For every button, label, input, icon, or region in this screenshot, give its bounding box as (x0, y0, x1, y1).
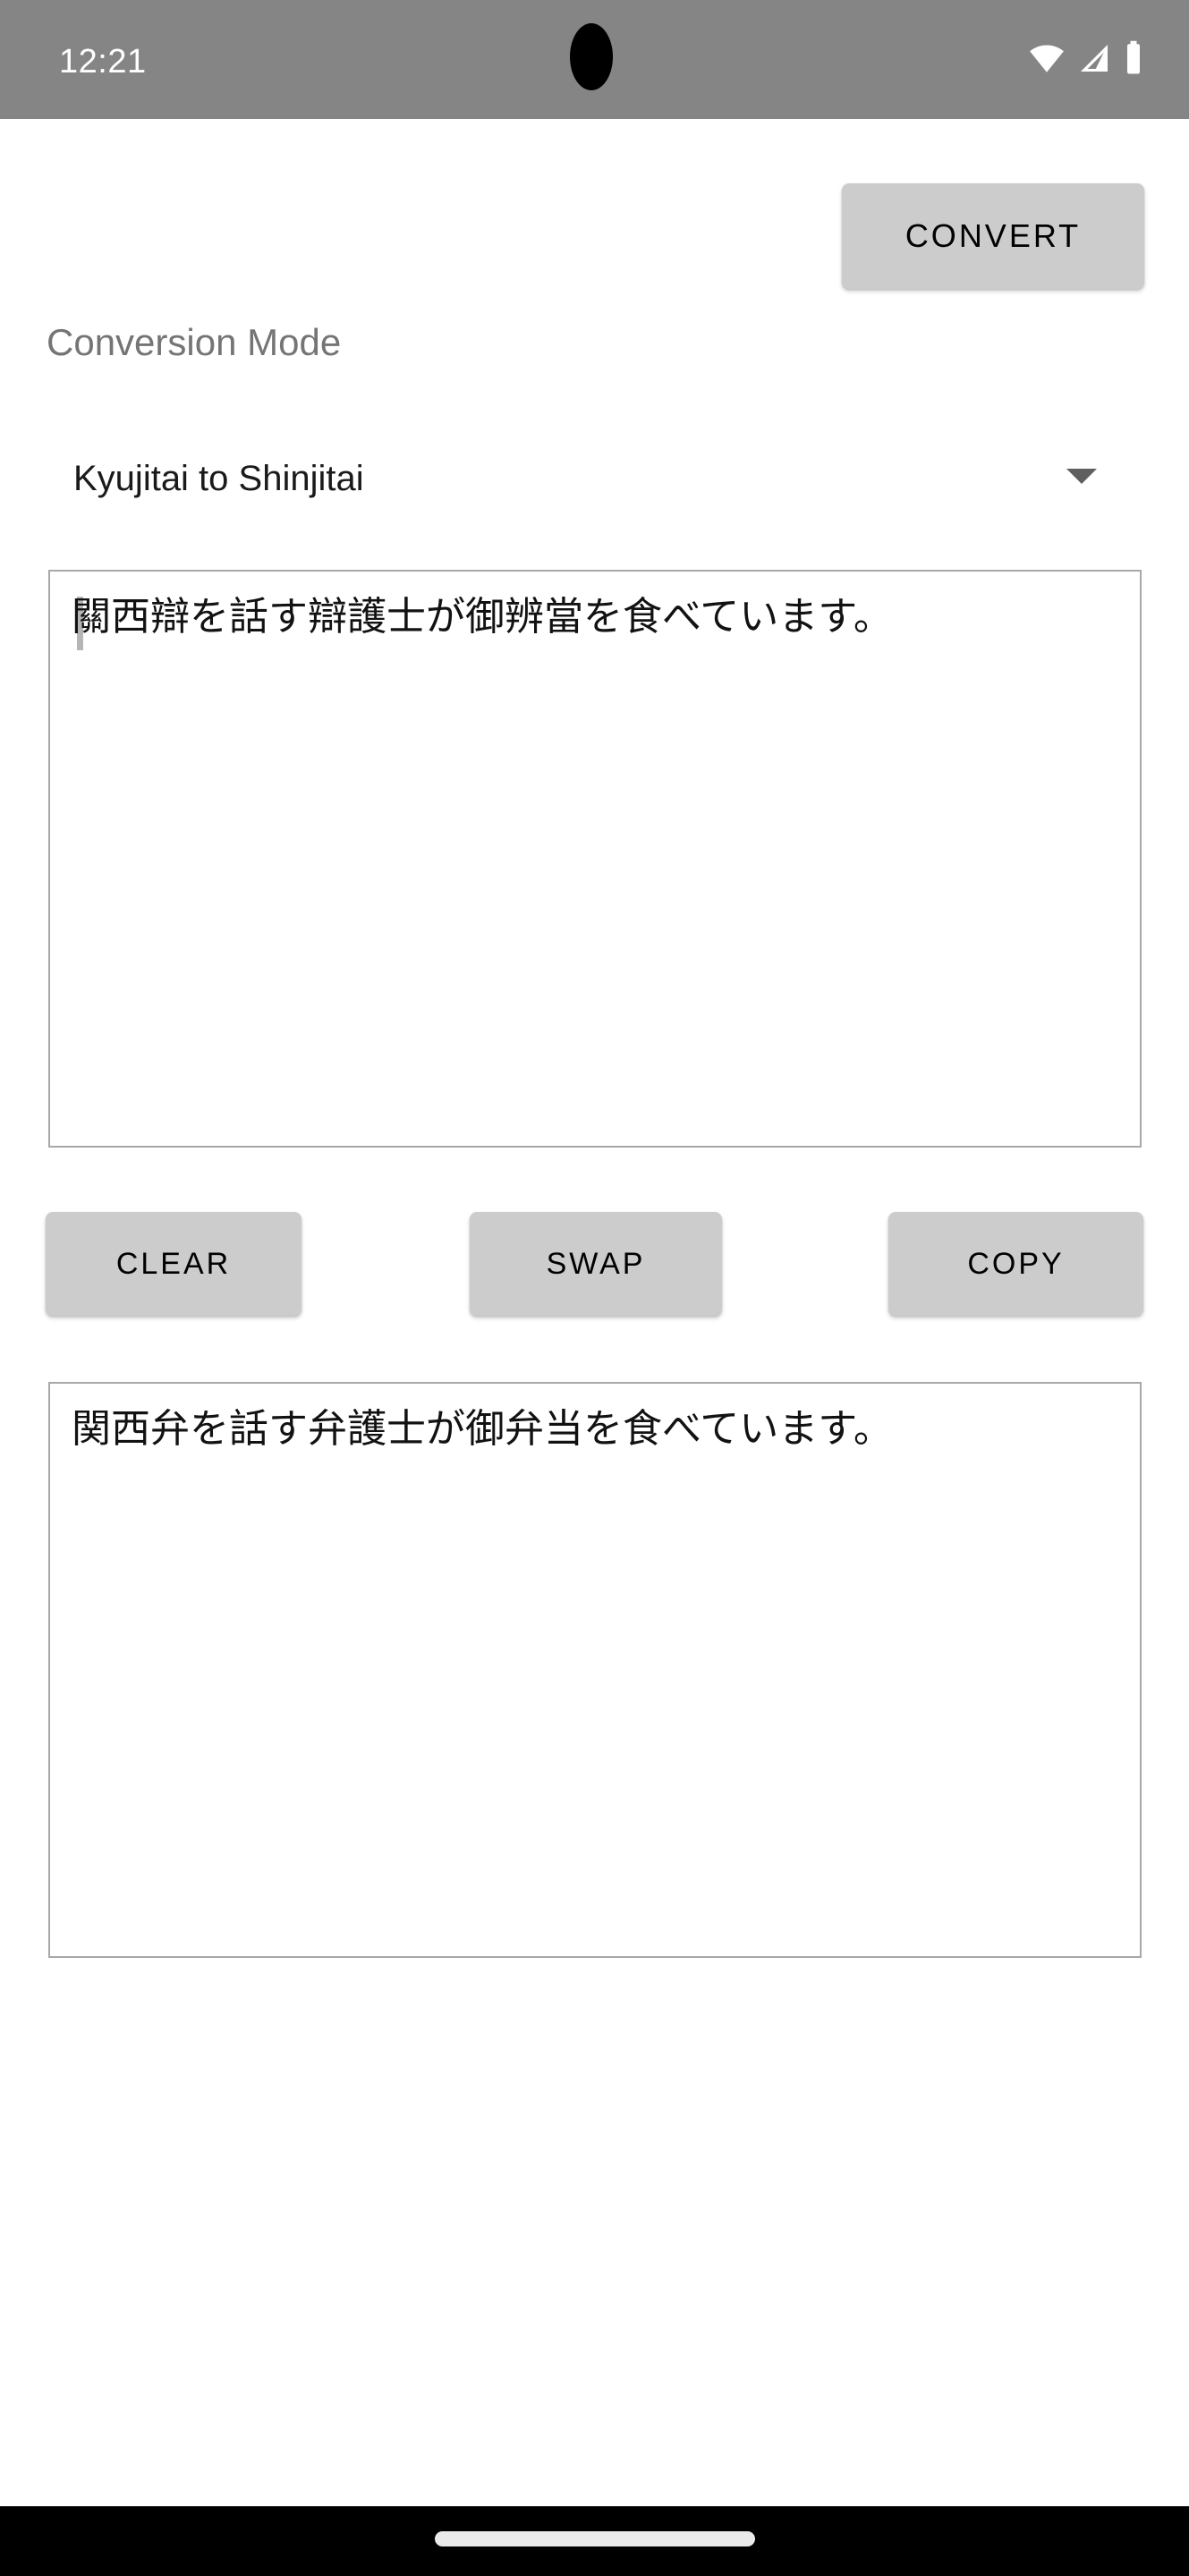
status-bar-clock: 12:21 (59, 43, 147, 80)
chevron-down-icon (1066, 469, 1097, 484)
status-bar-icons (1028, 40, 1144, 80)
wifi-icon (1028, 39, 1066, 81)
output-textarea[interactable]: 関西弁を話す弁護士が御弁当を食べています。 (48, 1382, 1142, 1958)
cellular-signal-icon (1076, 39, 1112, 81)
app-screen: 12:21 CONVERT Conversion Mode Kyujitai t… (0, 0, 1189, 2576)
clear-button[interactable]: CLEAR (46, 1212, 301, 1316)
swap-button[interactable]: SWAP (470, 1212, 722, 1316)
conversion-mode-dropdown[interactable]: Kyujitai to Shinjitai (48, 443, 1142, 514)
action-button-row: CLEAR SWAP COPY (46, 1212, 1143, 1316)
battery-icon (1123, 39, 1144, 81)
convert-button[interactable]: CONVERT (842, 183, 1144, 289)
home-gesture-pill[interactable] (434, 2531, 755, 2546)
conversion-mode-label: Conversion Mode (47, 321, 342, 363)
status-bar: 12:21 (0, 0, 1189, 119)
copy-button[interactable]: COPY (888, 1212, 1143, 1316)
conversion-mode-selected-value: Kyujitai to Shinjitai (73, 459, 364, 498)
input-textarea[interactable]: 關西辯を話す辯護士が御辨當を食べています。 (48, 570, 1142, 1148)
camera-cutout (570, 23, 613, 90)
input-textarea-value: 關西辯を話す辯護士が御辨當を食べています。 (72, 594, 893, 640)
system-navigation-bar (0, 2506, 1189, 2576)
output-textarea-value: 関西弁を話す弁護士が御弁当を食べています。 (72, 1406, 893, 1452)
